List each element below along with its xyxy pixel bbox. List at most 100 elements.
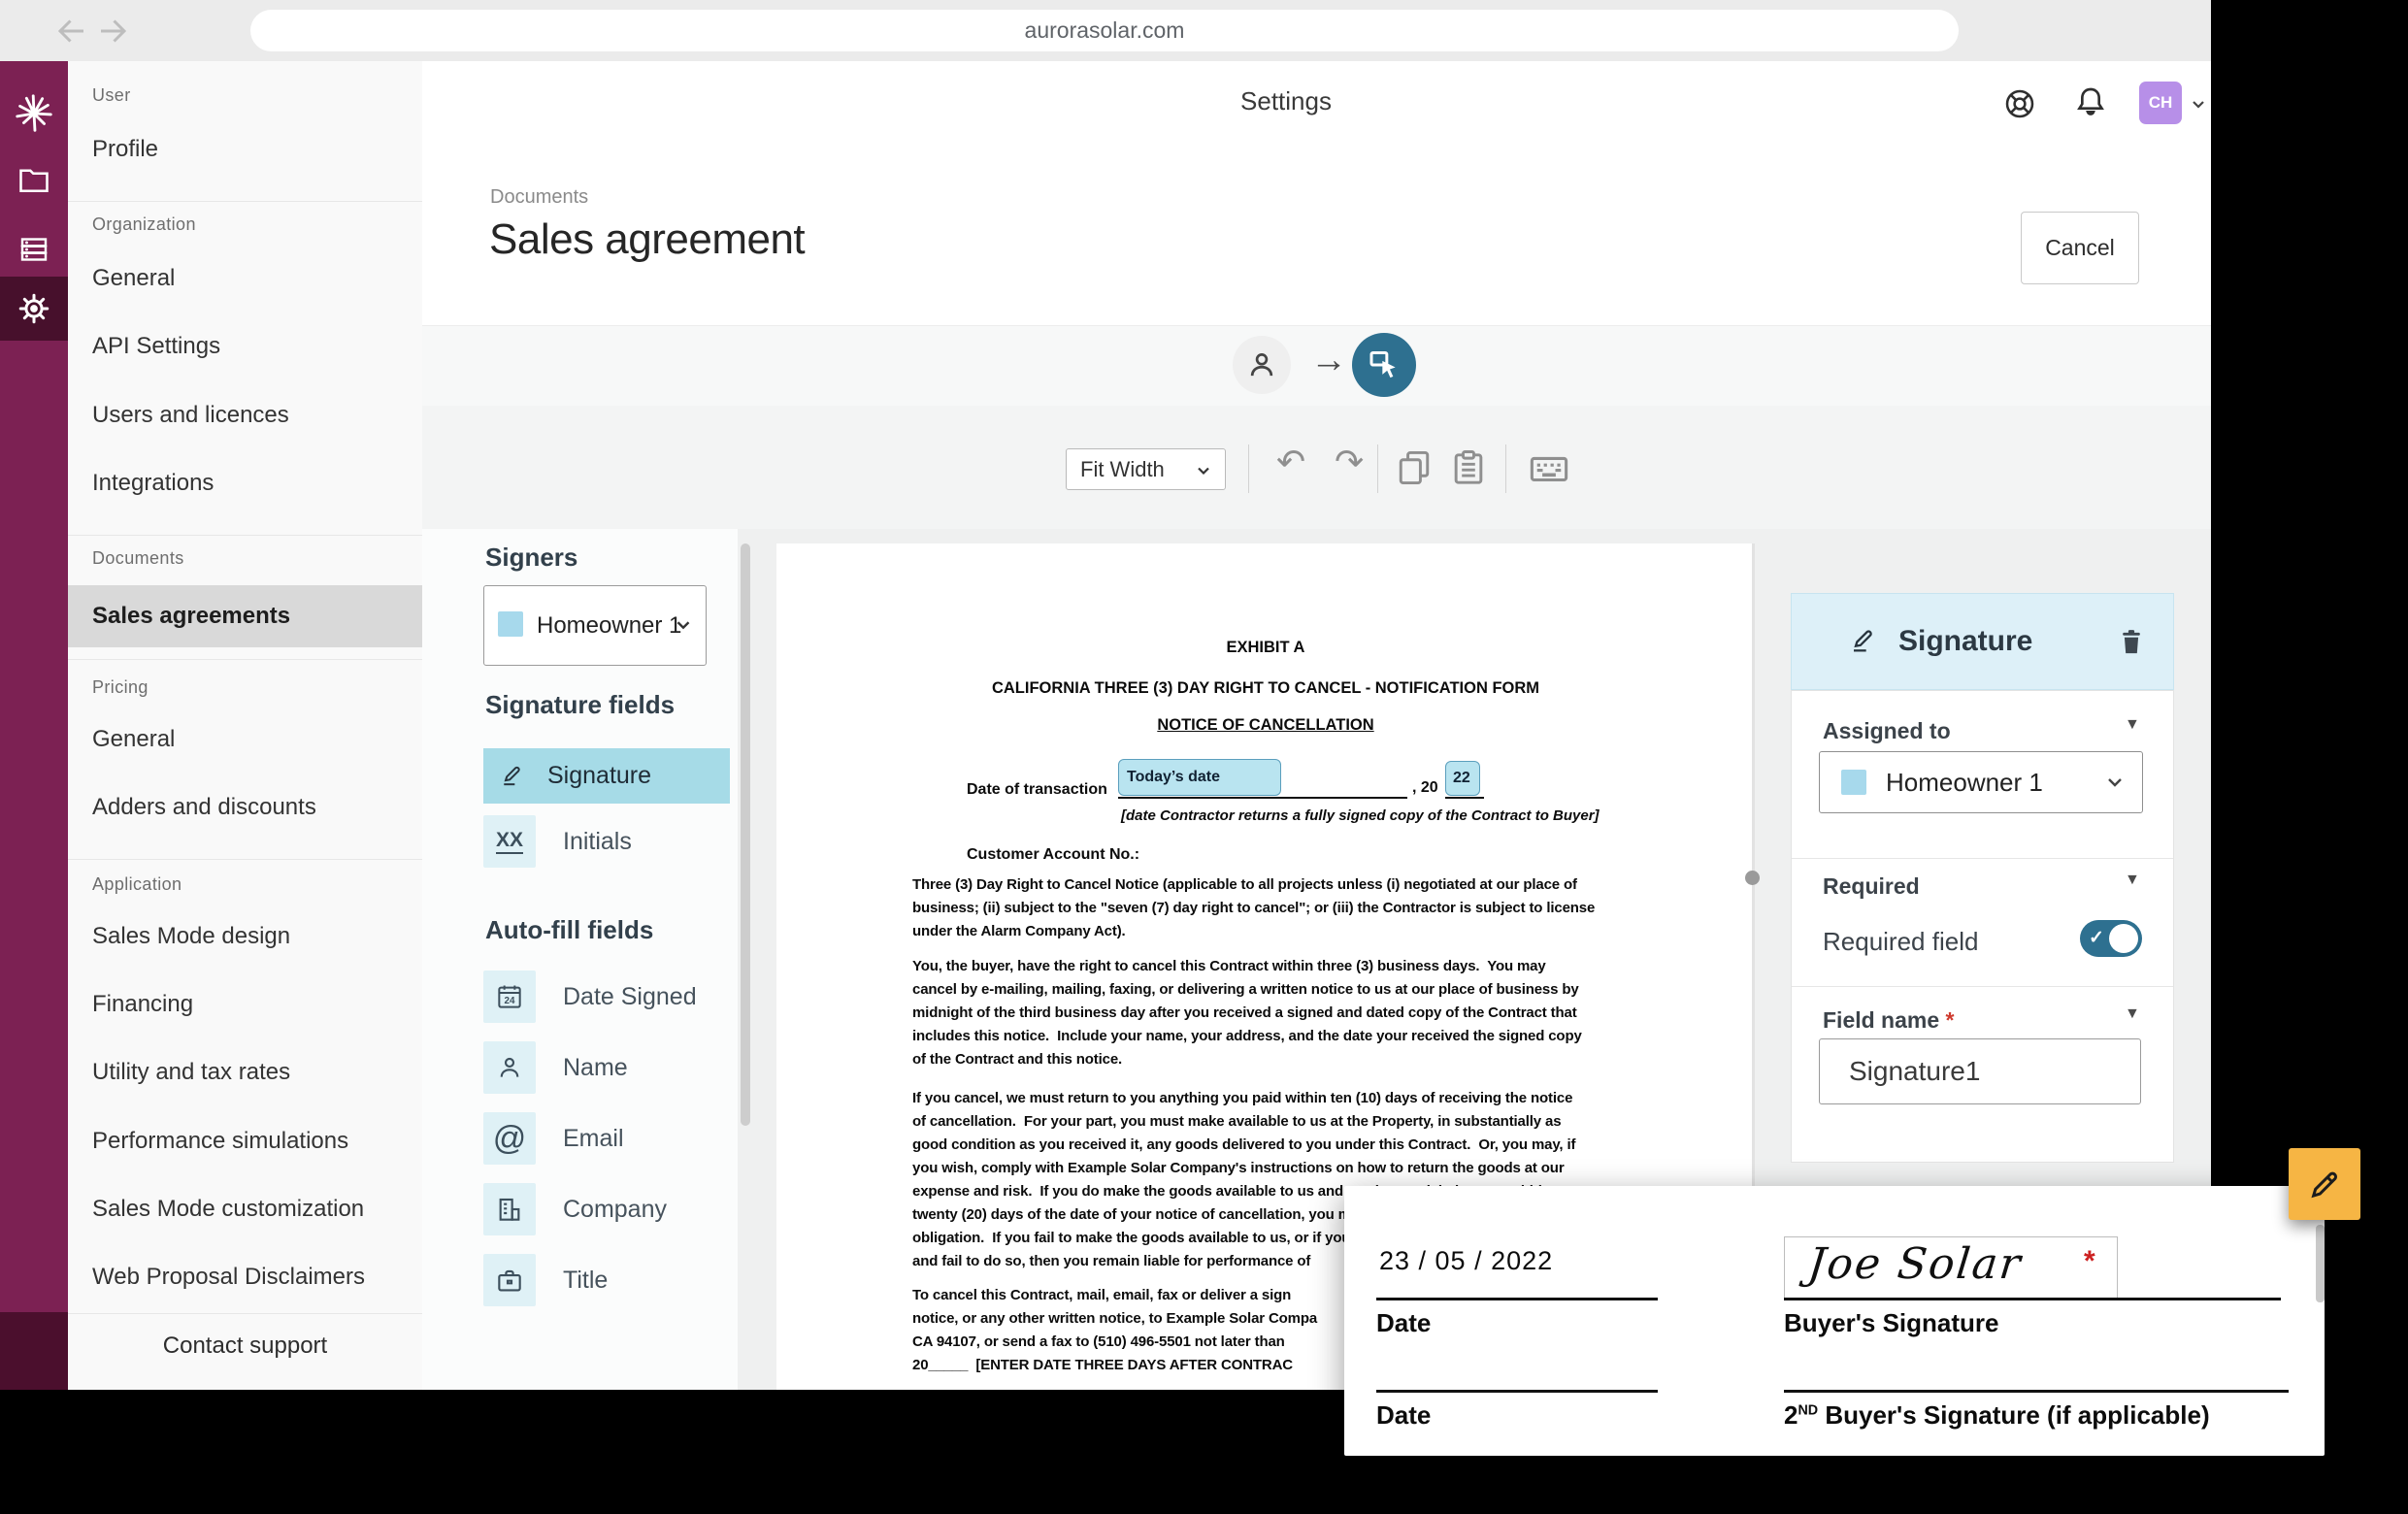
nav-item-web-proposal-disclaimers[interactable]: Web Proposal Disclaimers (92, 1264, 365, 1291)
nav-item-sales-mode-customization[interactable]: Sales Mode customization (92, 1196, 364, 1223)
avatar[interactable]: CH (2139, 82, 2182, 124)
list-database-icon[interactable] (0, 218, 68, 280)
help-icon[interactable] (2001, 85, 2038, 122)
panel-divider (1792, 986, 2173, 987)
signature-preview-card: 23 / 05 / 2022 Date Joe Solar * Buyer's … (1344, 1186, 2325, 1456)
doc-date-note: [date Contractor returns a fully signed … (1121, 807, 1665, 824)
required-section-label: Required (1823, 873, 1920, 900)
field-tool-label: Title (563, 1267, 608, 1295)
field-tool-label: Date Signed (563, 983, 697, 1011)
redo-icon[interactable]: ↷ (1335, 444, 1364, 479)
avatar-initials: CH (2149, 93, 2173, 113)
doc-title: EXHIBIT A (776, 639, 1755, 657)
doc-account-label: Customer Account No.: (967, 846, 1139, 864)
field-tool-signature[interactable]: Signature (483, 748, 730, 804)
settings-gear-icon[interactable] (0, 278, 68, 340)
paste-clipboard-icon[interactable] (1447, 446, 1490, 489)
field-tool-date-signed[interactable]: 24 Date Signed (483, 971, 697, 1023)
copy-icon[interactable] (1393, 446, 1435, 489)
projects-folder-icon[interactable] (0, 150, 68, 213)
date2-label: Date (1376, 1400, 1431, 1431)
undo-icon[interactable]: ↶ (1276, 444, 1305, 479)
nav-item-profile[interactable]: Profile (92, 136, 158, 163)
field-name-input[interactable] (1819, 1038, 2141, 1104)
nav-item-api-settings[interactable]: API Settings (92, 333, 220, 360)
browser-forward-icon[interactable] (95, 14, 130, 49)
cancel-button[interactable]: Cancel (2021, 212, 2139, 284)
field-tool-email[interactable]: @ Email (483, 1112, 624, 1165)
field-tool-label: Company (563, 1196, 667, 1224)
nav-divider (68, 201, 422, 202)
collapse-triangle-icon[interactable]: ▼ (2125, 872, 2140, 889)
document-page-header: Documents Sales agreement Cancel (422, 136, 2211, 325)
nav-item-utility-tax-rates[interactable]: Utility and tax rates (92, 1059, 290, 1086)
field-tool-title[interactable]: Title (483, 1254, 608, 1306)
nav-section-user: User (92, 85, 131, 106)
nav-item-users-licences[interactable]: Users and licences (92, 402, 289, 429)
signature-fields-heading: Signature fields (485, 690, 675, 720)
field-tool-label: Initials (563, 828, 632, 856)
signature-line (1784, 1298, 2281, 1300)
field-properties-header: Signature (1791, 593, 2174, 690)
settings-nav: User Profile Organization General API Se… (68, 61, 423, 1390)
aurora-logo-icon[interactable] (0, 82, 68, 145)
fields-panel-scrollbar[interactable] (741, 543, 750, 1126)
signature-script: Joe Solar (1805, 1239, 2024, 1289)
field-tool-label: Name (563, 1054, 628, 1082)
nav-item-integrations[interactable]: Integrations (92, 470, 214, 497)
doc-date-suffix: , 20 (1412, 779, 1438, 797)
nav-item-sales-mode-design[interactable]: Sales Mode design (92, 923, 290, 950)
nav-item-sales-agreements[interactable]: Sales agreements (68, 585, 422, 647)
nav-item-financing[interactable]: Financing (92, 991, 193, 1018)
browser-back-icon[interactable] (54, 14, 89, 49)
required-asterisk: * (1946, 1007, 1955, 1033)
toolbar-divider (1248, 444, 1249, 493)
toolbar-divider (1505, 444, 1506, 493)
collapse-triangle-icon[interactable]: ▼ (2125, 1005, 2140, 1023)
calendar-icon: 24 (483, 971, 536, 1023)
field-placement-step-icon[interactable] (1352, 333, 1416, 397)
edit-signature-button[interactable] (2289, 1148, 2360, 1220)
pencil-icon (499, 763, 526, 790)
zoom-select[interactable]: Fit Width (1066, 448, 1226, 490)
contact-support-link[interactable]: Contact support (68, 1333, 422, 1360)
url-bar[interactable]: aurorasolar.com (250, 10, 1959, 51)
field-tool-name[interactable]: Name (483, 1041, 628, 1094)
zoom-value: Fit Width (1080, 457, 1165, 482)
signer-color-swatch (1841, 770, 1866, 795)
document-scrollbar-thumb[interactable] (1745, 871, 1760, 885)
nav-item-general[interactable]: General (92, 265, 175, 292)
initials-icon: XX (483, 815, 536, 868)
arrow-right-icon: → (1310, 340, 1347, 381)
check-icon: ✓ (2089, 927, 2104, 949)
assigned-to-select[interactable]: Homeowner 1 (1819, 751, 2143, 813)
nav-item-performance-simulations[interactable]: Performance simulations (92, 1128, 348, 1155)
nav-section-organization: Organization (92, 214, 196, 235)
field-tool-company[interactable]: Company (483, 1183, 667, 1235)
nav-item-pricing-general[interactable]: General (92, 726, 175, 753)
person-icon (483, 1041, 536, 1094)
collapse-triangle-icon[interactable]: ▼ (2125, 716, 2140, 734)
keyboard-icon[interactable] (1527, 446, 1569, 489)
signer-select[interactable]: Homeowner 1 (483, 585, 707, 666)
preview-scrollbar-thumb[interactable] (2316, 1225, 2325, 1302)
delete-field-trash-icon[interactable] (2115, 625, 2148, 658)
nav-item-adders-discounts[interactable]: Adders and discounts (92, 794, 316, 821)
signer-step-icon[interactable] (1233, 336, 1291, 394)
field-tool-initials[interactable]: XX Initials (483, 815, 632, 868)
todays-date-field[interactable]: Today’s date (1118, 759, 1281, 796)
pencil-icon (2305, 1165, 2344, 1203)
panel-divider (1792, 858, 2173, 859)
chevron-down-icon (1194, 461, 1213, 480)
app-rail (0, 61, 68, 1390)
signature-field-box[interactable]: Joe Solar * (1784, 1236, 2118, 1300)
toolbar-divider (1377, 444, 1378, 493)
svg-text:24: 24 (505, 996, 515, 1006)
required-toggle[interactable]: ✓ (2080, 920, 2142, 957)
notifications-bell-icon[interactable] (2071, 83, 2110, 122)
doc-notice-title: NOTICE OF CANCELLATION (776, 716, 1755, 735)
workflow-band: → (422, 325, 2211, 407)
year-field[interactable]: 22 (1445, 761, 1480, 796)
avatar-chevron-down-icon[interactable] (2187, 92, 2210, 115)
app-header: Settings CH (422, 61, 2211, 137)
